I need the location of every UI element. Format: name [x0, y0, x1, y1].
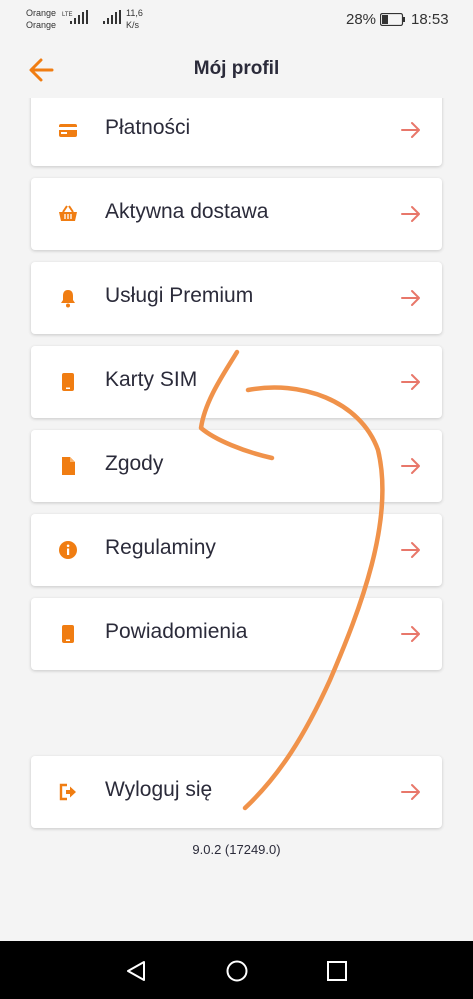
menu-item-label: Płatności [105, 116, 191, 139]
menu-item-label: Aktywna dostawa [105, 200, 269, 223]
circle-home-icon[interactable] [225, 959, 249, 983]
menu-item-notifications[interactable]: Powiadomienia [31, 598, 442, 670]
arrow-right-icon [401, 458, 420, 474]
card-icon [59, 124, 77, 137]
triangle-back-icon[interactable] [124, 959, 148, 983]
status-bar: Orange Orange LTE 11,6 K/s 28% 18:53 [0, 0, 473, 40]
bell-icon [61, 290, 75, 308]
document-icon [62, 457, 75, 475]
info-icon [59, 541, 77, 559]
phone-icon [62, 373, 74, 391]
arrow-right-icon [401, 374, 420, 390]
menu-item-label: Karty SIM [105, 368, 198, 391]
logout-label: Wyloguj się [105, 778, 213, 801]
menu-item-label: Zgody [105, 452, 164, 475]
menu-item-payments[interactable]: Płatności [31, 94, 442, 166]
speed-value: 11,6 [126, 8, 143, 18]
menu-item-consents[interactable]: Zgody [31, 430, 442, 502]
carrier-1: Orange [26, 8, 57, 18]
battery-icon [380, 13, 405, 26]
arrow-right-icon [401, 206, 420, 222]
menu-item-label: Regulaminy [105, 536, 216, 559]
battery-percent: 28% [346, 11, 377, 28]
network-speed: 11,6 K/s [126, 7, 143, 31]
logout-button[interactable]: Wyloguj się [31, 756, 442, 828]
menu-item-sim-cards[interactable]: Karty SIM [31, 346, 442, 418]
system-nav-bar [0, 941, 473, 999]
arrow-right-icon [401, 626, 420, 642]
menu-item-label: Usługi Premium [105, 284, 254, 307]
app-version: 9.0.2 (17249.0) [192, 842, 281, 857]
speed-unit: K/s [126, 20, 140, 30]
phone-icon [62, 625, 74, 643]
menu-item-label: Powiadomienia [105, 620, 248, 643]
arrow-right-icon [401, 122, 420, 138]
menu-item-premium-services[interactable]: Usługi Premium [31, 262, 442, 334]
lte-signal-icon: LTE [62, 10, 88, 24]
arrow-right-icon [401, 290, 420, 306]
header-title: Mój profil [193, 58, 280, 79]
arrow-right-icon [401, 542, 420, 558]
menu-item-active-delivery[interactable]: Aktywna dostawa [31, 178, 442, 250]
carrier-2: Orange [26, 20, 57, 30]
svg-text:LTE: LTE [62, 12, 73, 18]
signal-icon [103, 10, 121, 24]
square-recents-icon[interactable] [325, 959, 349, 983]
basket-icon [59, 205, 77, 221]
carrier-names: Orange Orange [26, 7, 56, 31]
clock: 18:53 [411, 11, 449, 28]
menu-item-terms[interactable]: Regulaminy [31, 514, 442, 586]
arrow-right-icon [401, 784, 420, 800]
sign-out-icon [59, 783, 76, 801]
